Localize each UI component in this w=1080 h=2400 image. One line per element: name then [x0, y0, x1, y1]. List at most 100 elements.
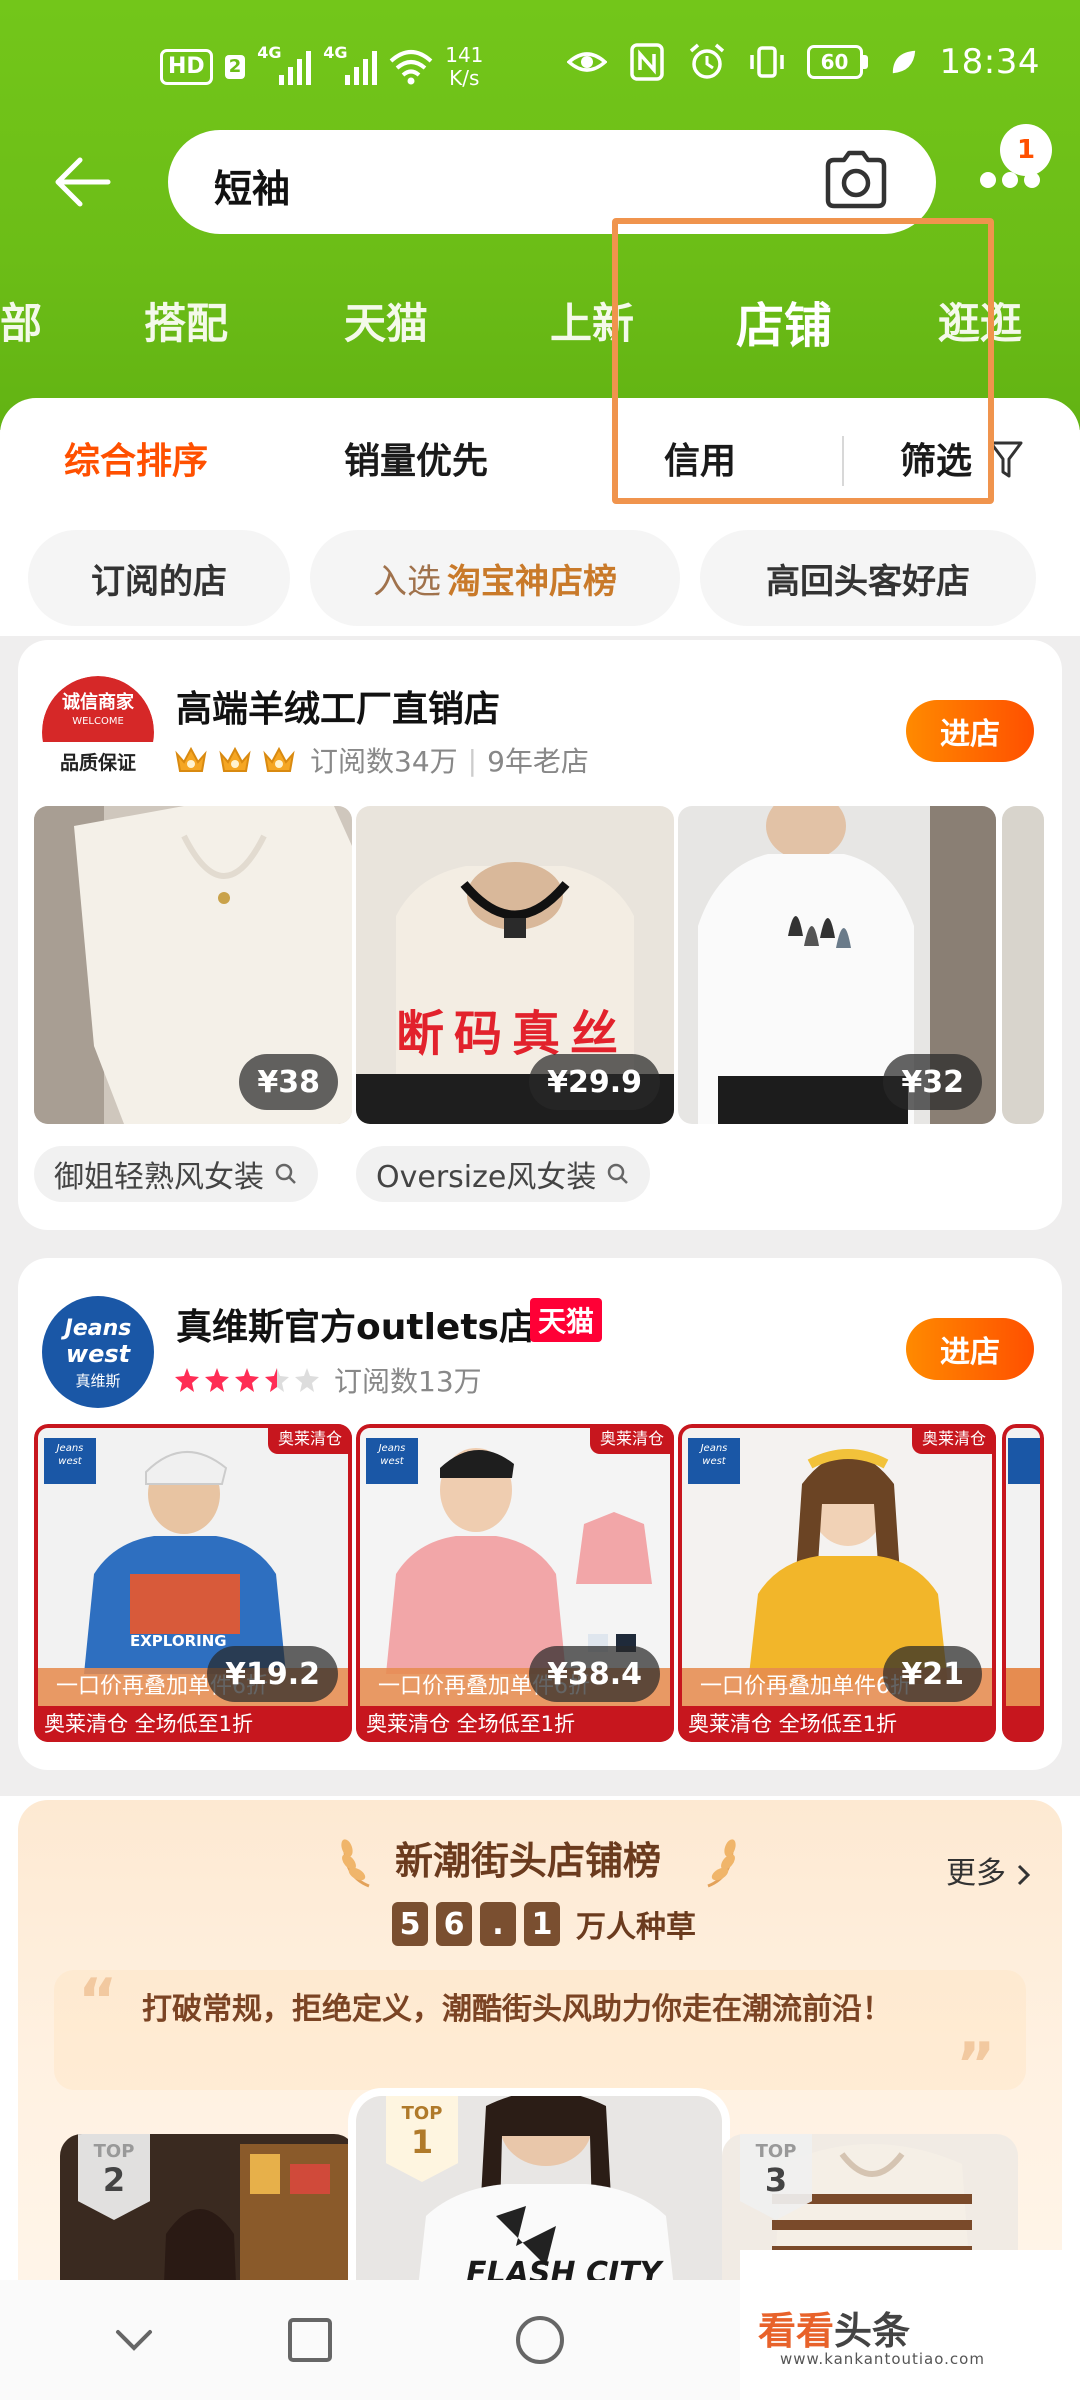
- store-name[interactable]: 高端羊绒工厂直销店: [176, 680, 500, 732]
- product-print-text: EXPLORING: [130, 1632, 227, 1650]
- enter-store-button[interactable]: 进店: [906, 1318, 1034, 1380]
- logo-text-1: 诚信商家: [62, 692, 134, 713]
- product-thumbnail[interactable]: ¥32: [678, 806, 996, 1124]
- rank-number: 2: [102, 2161, 126, 2199]
- product-thumbnail[interactable]: Jeans west 奥莱清仓 一口价再叠加单件6折 奥莱清仓 全场低至1折 ¥2…: [678, 1424, 996, 1742]
- tmall-badge: 天猫: [530, 1298, 603, 1342]
- ranking-store-image[interactable]: TOP 2: [60, 2134, 356, 2304]
- laurel-left-icon: [341, 1839, 370, 1888]
- store-subscribers: 订阅数13万: [334, 1365, 482, 1398]
- battery-level: 60: [806, 45, 863, 79]
- search-icon: [275, 1163, 296, 1184]
- product-thumbnail[interactable]: EXPLORING Jeans west 奥莱清仓 一口价再叠加单件6折 奥莱清仓…: [34, 1424, 352, 1742]
- hd-badge: HD: [160, 49, 213, 85]
- logo-text-3: 品质保证: [59, 752, 136, 774]
- product-price: ¥29.9: [529, 1054, 660, 1110]
- product-thumbnail-partial[interactable]: [1002, 806, 1044, 1124]
- product-price: ¥38: [239, 1054, 338, 1110]
- signal-icon: 4G: [257, 43, 312, 87]
- tab-tmall[interactable]: 天猫: [344, 290, 428, 351]
- watermark-brand-b: 头条: [834, 2309, 911, 2353]
- enter-store-button[interactable]: 进店: [906, 700, 1034, 762]
- clearance-corner-tag: 奥莱清仓: [911, 1424, 996, 1454]
- filter-subscribed-stores[interactable]: 订阅的店: [28, 530, 290, 626]
- home-circle-icon[interactable]: [510, 2310, 570, 2370]
- search-query: 短袖: [214, 167, 291, 211]
- filter-taobao-top-stores[interactable]: 入选 淘宝神店榜: [310, 530, 680, 626]
- clock: 18:34: [939, 42, 1040, 82]
- logo-text-1: Jeans: [64, 1316, 132, 1341]
- ranking-more-label: 更多: [946, 1856, 1006, 1891]
- ranking-store-image[interactable]: FLASH CITY TOP 1: [356, 2096, 722, 2306]
- store-name[interactable]: 真维斯官方outlets店: [176, 1298, 535, 1350]
- leaf-icon: [892, 50, 915, 74]
- network-speed-unit: K/s: [449, 66, 480, 90]
- quote-open-icon: “: [78, 1966, 118, 2036]
- network-type-label: 4G: [323, 43, 348, 62]
- signal-icon: 4G: [323, 43, 378, 87]
- logo-text-2: west: [65, 1340, 131, 1368]
- product-thumbnail[interactable]: Jeans west 奥莱清仓 一口价再叠加单件6折 奥莱清仓 全场低至1折 ¥3…: [356, 1424, 674, 1742]
- store-logo: 诚信商家 WELCOME 品质保证: [42, 676, 154, 788]
- filter-subscribed-label: 订阅的店: [91, 561, 227, 602]
- count-digit: .: [480, 1902, 516, 1946]
- watermark-url: www.kankantoutiao.com: [780, 2350, 985, 2368]
- star-rating-icon: [175, 1368, 319, 1392]
- annotation-highlight-box: [612, 218, 994, 504]
- logo-text-2: WELCOME: [72, 716, 124, 727]
- wifi-icon: [389, 50, 433, 85]
- camera-icon[interactable]: [822, 148, 890, 212]
- top-label: TOP: [401, 2103, 443, 2124]
- alarm-icon: [689, 43, 724, 79]
- count-digit: 6: [436, 1902, 472, 1946]
- vibrate-icon: [749, 46, 784, 78]
- rank-number: 1: [410, 2123, 434, 2161]
- store-subscribers: 订阅数34万: [310, 745, 458, 778]
- recent-apps-icon[interactable]: [280, 2310, 340, 2370]
- store-tag-label: 御姐轻熟风女装: [54, 1160, 264, 1195]
- brand-mini-logo: Jeans west: [366, 1438, 418, 1484]
- store-tag[interactable]: 御姐轻熟风女装: [34, 1146, 318, 1202]
- ranking-slogan: 打破常规，拒绝定义，潮酷街头风助力你走在潮流前沿！: [142, 1992, 892, 2027]
- logo-text-3: 真维斯: [75, 1372, 121, 1390]
- sort-sales[interactable]: 销量优先: [344, 432, 488, 484]
- product-price: ¥21: [883, 1646, 982, 1702]
- ranking-title: 新潮街头店铺榜: [395, 1839, 662, 1883]
- filter-repeat-customers[interactable]: 高回头客好店: [700, 530, 1036, 626]
- clearance-corner-tag: 奥莱清仓: [267, 1424, 352, 1454]
- product-thumbnail[interactable]: 断码真丝 ¥29.9: [356, 806, 674, 1124]
- chevron-down-icon[interactable]: [104, 2310, 164, 2370]
- store-tag[interactable]: Oversize风女装: [356, 1146, 651, 1202]
- top-label: TOP: [93, 2141, 135, 2162]
- network-speed-value: 141: [445, 43, 484, 67]
- network-speed: 141 K/s: [445, 44, 483, 90]
- battery-icon: 60: [806, 45, 868, 79]
- tab-outfit[interactable]: 搭配: [144, 290, 228, 351]
- status-right: 60 18:34: [566, 42, 1040, 82]
- clearance-corner-tag: 奥莱清仓: [589, 1424, 674, 1454]
- count-digit: 1: [524, 1902, 560, 1946]
- popularity-count: 5 6 . 1 万人种草: [392, 1902, 696, 1946]
- product-thumbnail[interactable]: ¥38: [34, 806, 352, 1124]
- rank-number: 3: [764, 2161, 788, 2199]
- store-age: 9年老店: [487, 745, 589, 778]
- store-tag-label: Oversize风女装: [376, 1160, 597, 1195]
- product-price: ¥38.4: [529, 1646, 660, 1702]
- laurel-right-icon: [707, 1839, 736, 1888]
- store-meta: 订阅数34万 | 9年老店: [174, 740, 589, 780]
- product-price: ¥32: [883, 1054, 982, 1110]
- ranking-more-link[interactable]: 更多: [946, 1848, 1032, 1892]
- network-type-label: 4G: [257, 43, 282, 62]
- product-thumbnail-partial[interactable]: [1002, 1424, 1044, 1742]
- store-logo: Jeans west 真维斯: [42, 1296, 154, 1408]
- count-label: 万人种草: [576, 1910, 696, 1945]
- crown-icon: [219, 746, 251, 772]
- filter-selected-prefix: 入选: [373, 561, 441, 602]
- top-label: TOP: [755, 2141, 797, 2162]
- sort-comprehensive[interactable]: 综合排序: [64, 432, 208, 484]
- back-arrow-icon[interactable]: [48, 152, 118, 212]
- filter-repeat-label: 高回头客好店: [766, 561, 970, 602]
- product-price: ¥19.2: [207, 1646, 338, 1702]
- filter-selected-name: 淘宝神店榜: [447, 561, 617, 602]
- tab-all[interactable]: 部: [0, 290, 42, 351]
